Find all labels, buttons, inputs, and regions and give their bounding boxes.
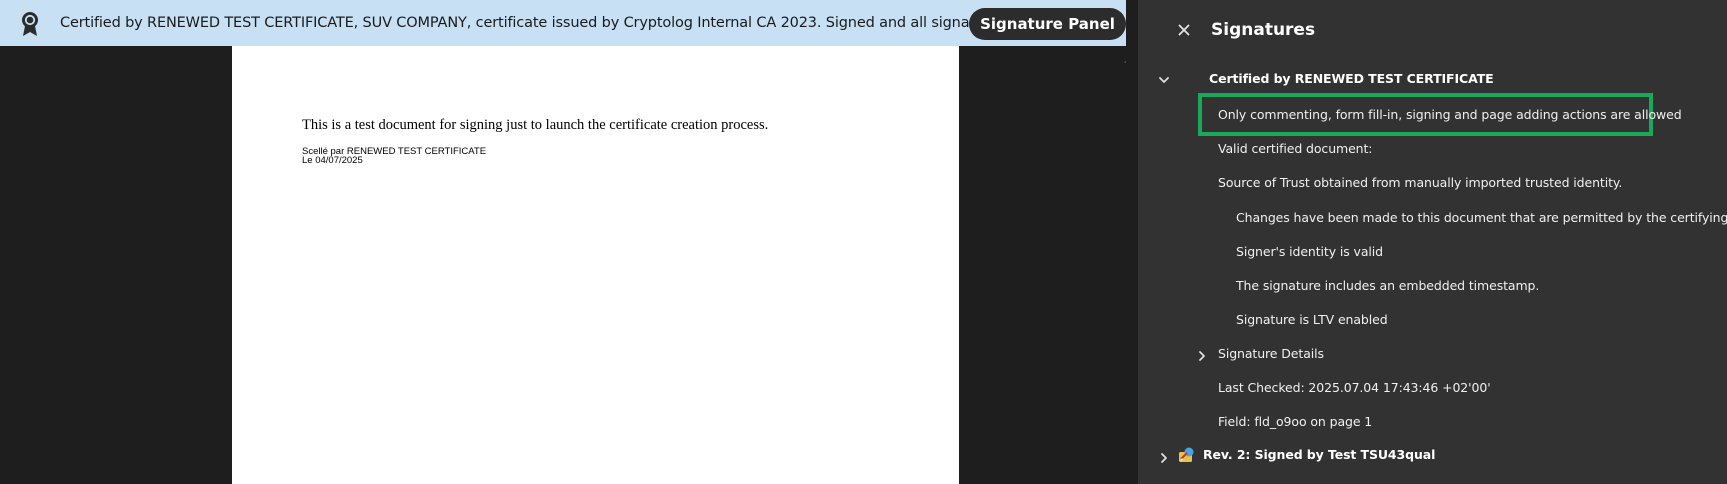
document-page[interactable]: This is a test document for signing just… xyxy=(232,46,959,484)
chevron-down-icon[interactable] xyxy=(1158,74,1170,86)
chevron-right-icon[interactable] xyxy=(1158,452,1170,464)
detail-ltv-enabled: Signature is LTV enabled xyxy=(1236,312,1388,327)
signature-pen-icon xyxy=(1179,447,1194,462)
source-of-trust-text: Source of Trust obtained from manually i… xyxy=(1218,175,1623,190)
valid-certified-text: Valid certified document: xyxy=(1218,141,1373,156)
signatures-panel: Signatures Certified by RENEWED TEST CER… xyxy=(1138,0,1727,484)
last-checked-text: Last Checked: 2025.07.04 17:43:46 +02'00… xyxy=(1218,380,1491,395)
document-area: Certified by RENEWED TEST CERTIFICATE, S… xyxy=(0,0,1134,484)
certification-message: Certified by RENEWED TEST CERTIFICATE, S… xyxy=(60,15,1077,31)
detail-signer-identity: Signer's identity is valid xyxy=(1236,244,1383,259)
chevron-right-icon[interactable] xyxy=(1196,350,1208,362)
ribbon-badge-icon xyxy=(22,12,38,36)
panel-title: Signatures xyxy=(1211,20,1316,40)
field-text: Field: fld_o9oo on page 1 xyxy=(1218,414,1373,429)
close-icon[interactable] xyxy=(1176,22,1192,38)
certified-signature-header[interactable]: Certified by RENEWED TEST CERTIFICATE xyxy=(1209,71,1494,86)
certification-bar: Certified by RENEWED TEST CERTIFICATE, S… xyxy=(0,0,1126,46)
panel-divider xyxy=(1126,0,1138,484)
revision-2-header[interactable]: Rev. 2: Signed by Test TSU43qual xyxy=(1203,447,1435,462)
detail-changes-permitted: Changes have been made to this document … xyxy=(1236,210,1727,225)
document-body-text: This is a test document for signing just… xyxy=(302,117,769,133)
vertical-scrollbar[interactable] xyxy=(1118,46,1126,484)
permissions-text: Only commenting, form fill-in, signing a… xyxy=(1218,107,1682,122)
detail-embedded-timestamp: The signature includes an embedded times… xyxy=(1236,278,1540,293)
signature-details-toggle[interactable]: Signature Details xyxy=(1218,346,1324,361)
app-window: Certified by RENEWED TEST CERTIFICATE, S… xyxy=(0,0,1727,484)
seal-line-date: Le 04/07/2025 xyxy=(302,155,363,166)
signature-panel-button[interactable]: Signature Panel xyxy=(969,8,1126,40)
